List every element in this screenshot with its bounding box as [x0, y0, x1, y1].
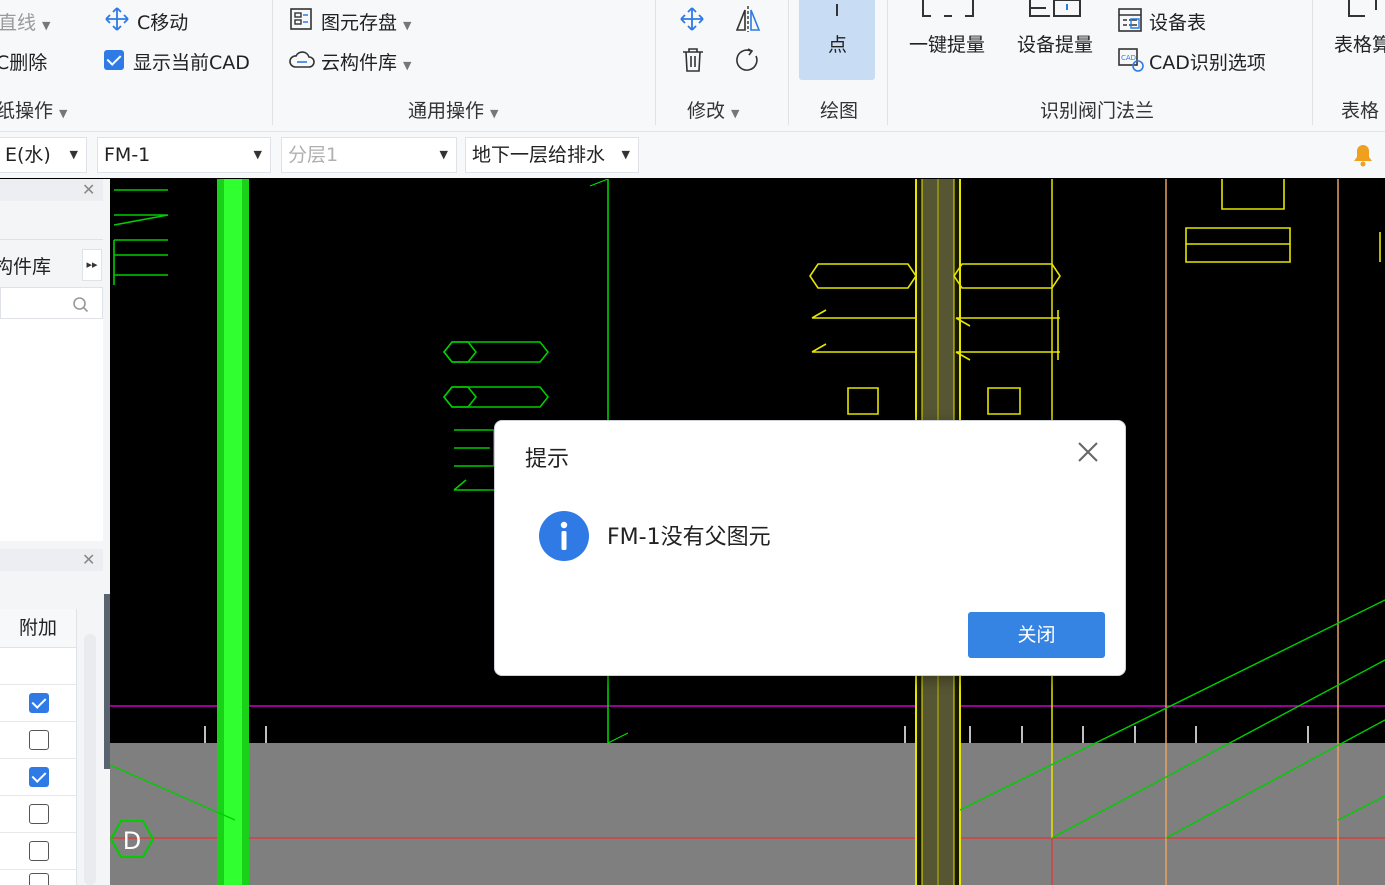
layer-select[interactable]: 分层1 ▼	[281, 137, 457, 173]
drawing-ops-group-label[interactable]: 纸操作 ▼	[0, 96, 67, 123]
left-panel: ✕ 构件库 ▸▸ ✕ 附加	[0, 179, 110, 885]
table-row	[0, 685, 76, 722]
delete-button[interactable]: C删除	[0, 48, 47, 75]
table-calc-icon	[1348, 0, 1377, 17]
draw-group-label: 绘图	[820, 100, 859, 122]
device-table-button[interactable]: 设备表	[1149, 8, 1206, 35]
table-row	[0, 722, 76, 759]
ribbon-toolbar: 直线 ▼ C删除 C移动 显示当前CAD 纸操作 ▼ 图元存盘 ▼ 云构件库 ▼ 通用操…	[0, 0, 1385, 132]
dialog-title: 提示	[525, 447, 570, 472]
addon-checkbox[interactable]	[29, 841, 49, 861]
show-cad-label: 显示当前CAD	[133, 52, 250, 74]
search-icon[interactable]	[72, 296, 90, 314]
mirror-icon[interactable]	[734, 4, 762, 34]
component-select[interactable]: FM-1 ▼	[97, 137, 271, 173]
table-group-label: 表格	[1341, 100, 1380, 122]
valve-recognition-group-label: 识别阀门法兰	[1040, 100, 1155, 122]
save-elements-icon	[290, 8, 312, 30]
point-icon	[836, 4, 838, 16]
table-row	[0, 796, 76, 833]
line-button[interactable]: 直线 ▼	[0, 8, 50, 35]
cloud-icon	[289, 51, 315, 68]
table-row	[0, 759, 76, 796]
modify-group-label[interactable]: 修改 ▼	[687, 96, 739, 123]
library-tab[interactable]: 构件库	[0, 252, 51, 279]
dialog-close-button[interactable]: 关闭	[968, 612, 1105, 658]
addon-checkbox[interactable]	[29, 730, 49, 750]
cloud-library-button[interactable]: 云构件库 ▼	[321, 48, 411, 75]
svg-text:CAD: CAD	[1121, 54, 1136, 62]
panel-close-icon[interactable]: ✕	[82, 180, 95, 199]
info-dialog: 提示 FM-1没有父图元 关闭	[494, 420, 1126, 676]
property-panel-close-icon[interactable]: ✕	[82, 550, 95, 569]
point-button[interactable]: 点	[799, 0, 875, 80]
one-key-qty-button[interactable]: 一键提量	[909, 30, 985, 57]
addon-checkbox[interactable]	[29, 693, 49, 713]
device-qty-button[interactable]: 设备提量	[1017, 30, 1093, 57]
table-row	[0, 833, 76, 870]
notification-bell-icon[interactable]	[1352, 143, 1374, 167]
save-elements-button[interactable]: 图元存盘 ▼	[321, 8, 411, 35]
dialog-close-icon[interactable]	[1073, 437, 1103, 467]
canvas-gray-region	[110, 743, 1385, 885]
delete-icon[interactable]	[680, 46, 706, 74]
device-qty-icon	[1029, 0, 1081, 17]
move-modify-icon[interactable]	[678, 6, 706, 32]
general-ops-group-label[interactable]: 通用操作 ▼	[408, 96, 498, 123]
addon-checkbox[interactable]	[29, 804, 49, 824]
column-header-addon: 附加	[0, 609, 76, 648]
dialog-message: FM-1没有父图元	[607, 525, 771, 550]
rotate-icon[interactable]	[734, 46, 762, 74]
device-table-icon	[1118, 8, 1142, 32]
show-cad-checkbox[interactable]	[104, 50, 124, 70]
table-calc-button[interactable]: 表格算	[1334, 30, 1385, 57]
axis-label: D	[123, 827, 141, 855]
one-key-qty-icon	[922, 0, 974, 17]
info-icon	[539, 511, 589, 561]
property-scrollbar[interactable]	[84, 634, 96, 885]
addon-checkbox[interactable]	[29, 767, 49, 787]
library-list	[0, 319, 103, 541]
floor-select[interactable]: 地下一层给排水 ▼	[465, 137, 639, 173]
cad-options-icon: CAD	[1118, 48, 1144, 72]
move-icon	[105, 7, 129, 31]
system-select[interactable]: E(水) ▼	[0, 137, 87, 173]
move-button[interactable]: C移动	[137, 8, 188, 35]
cad-options-button[interactable]: CAD识别选项	[1149, 48, 1266, 75]
expand-icon[interactable]: ▸▸	[82, 249, 102, 281]
